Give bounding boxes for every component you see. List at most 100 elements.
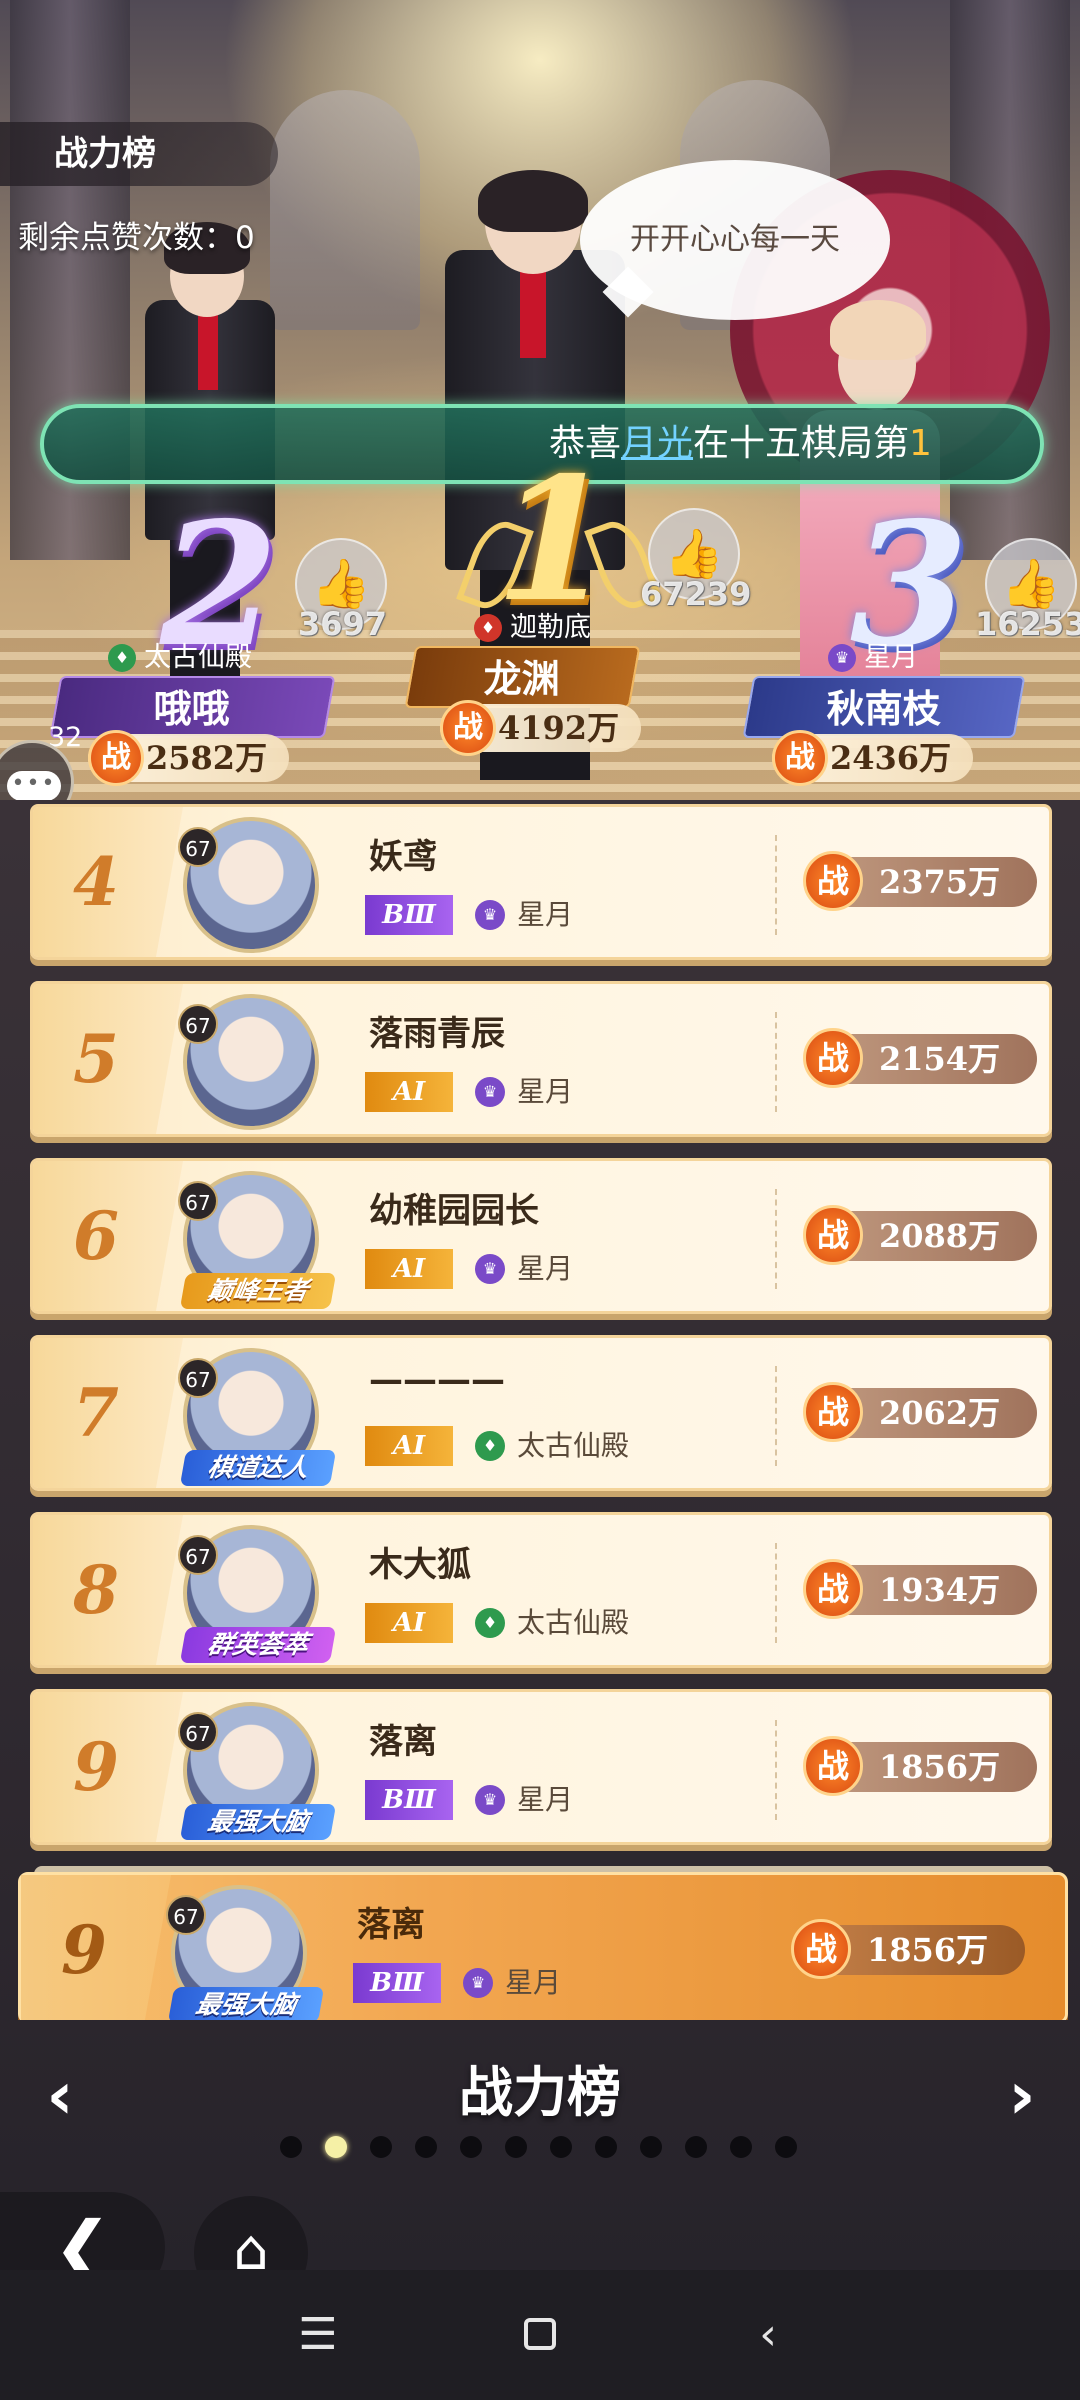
guild-crown-icon: ♛ bbox=[463, 1968, 493, 1998]
page-dot[interactable] bbox=[685, 2136, 707, 2158]
podium-nameplate-rank-3[interactable]: 秋南枝 bbox=[742, 676, 1026, 738]
tier-badge: AⅠ bbox=[365, 1426, 453, 1466]
podium-guild-rank-3: ♛ 星月 bbox=[820, 638, 930, 678]
ticker-player-link[interactable]: 月光 bbox=[621, 423, 693, 464]
guild-crown-icon: ♛ bbox=[828, 644, 856, 672]
podium-guild-rank-1: ♦ 迦勒底 bbox=[466, 608, 603, 648]
podium-name-rank-1: 龙渊 bbox=[484, 657, 561, 701]
guild-flame-icon: ♦ bbox=[475, 1608, 505, 1638]
power-badge-icon: 战 bbox=[803, 1028, 863, 1088]
thumbs-up-icon: 👍 bbox=[664, 526, 724, 582]
podium-power-rank-1: 战 4192万 bbox=[440, 700, 642, 756]
row-rank-number: 7 bbox=[33, 1338, 183, 1488]
row-rank-number: 6 bbox=[33, 1161, 183, 1311]
row-guild: ♦ 太古仙殿 bbox=[475, 1426, 629, 1466]
table-row[interactable]: 7 67 棋道达人 ———— AⅠ ♦ 太古仙殿 战 2062万 bbox=[30, 1335, 1052, 1491]
avatar-level: 67 bbox=[178, 1535, 218, 1575]
avatar-title-badge: 棋道达人 bbox=[179, 1450, 337, 1486]
board-title: 战力榜 bbox=[459, 2061, 621, 2124]
row-divider bbox=[775, 835, 777, 935]
power-badge-icon: 战 bbox=[791, 1919, 851, 1979]
podium-power-rank-2: 战 2582万 bbox=[88, 730, 290, 786]
guild-flame-icon: ♦ bbox=[108, 644, 136, 672]
row-guild-label: 太古仙殿 bbox=[517, 1429, 630, 1462]
avatar-level: 67 bbox=[178, 827, 218, 867]
likes-remaining-label: 剩余点赞次数：0 bbox=[18, 220, 255, 256]
podium-name-rank-3: 秋南枝 bbox=[826, 687, 941, 731]
row-power: 战 2062万 bbox=[803, 1382, 1037, 1442]
table-row[interactable]: 6 67 巅峰王者 幼稚园园长 AⅠ ♛ 星月 战 2088万 bbox=[30, 1158, 1052, 1314]
row-guild-label: 星月 bbox=[517, 898, 574, 931]
speech-bubble: 开开心心每一天 bbox=[580, 160, 890, 320]
my-rank-row[interactable]: 9 67 最强大脑 落离 BⅢ ♛ 星月 战 1856万 bbox=[18, 1872, 1068, 2025]
row-player-name: 落离 bbox=[357, 1905, 425, 1945]
podium-power-value: 4192万 bbox=[498, 709, 620, 747]
page-dot[interactable] bbox=[280, 2136, 302, 2158]
guild-flame-icon: ♦ bbox=[474, 614, 502, 642]
like-count-rank-2: 3697 bbox=[298, 605, 388, 643]
speech-text: 开开心心每一天 bbox=[630, 222, 840, 257]
page-dot[interactable] bbox=[640, 2136, 662, 2158]
row-rank-number: 4 bbox=[33, 807, 183, 957]
row-player-name: ———— bbox=[369, 1360, 505, 1400]
power-badge-icon: 战 bbox=[803, 1205, 863, 1265]
thumbs-up-icon: 👍 bbox=[1001, 556, 1061, 612]
next-board-button[interactable]: › bbox=[990, 2060, 1054, 2132]
tier-badge: AⅠ bbox=[365, 1072, 453, 1112]
row-power-value: 2088万 bbox=[879, 1217, 1001, 1255]
table-row[interactable]: 4 67 妖鸢 BⅢ ♛ 星月 战 2375万 bbox=[30, 804, 1052, 960]
row-divider bbox=[775, 1720, 777, 1820]
page-dot[interactable] bbox=[505, 2136, 527, 2158]
power-badge-icon: 战 bbox=[803, 1736, 863, 1796]
podium-rank-1-number: 1 bbox=[495, 440, 614, 640]
ticker-middle: 在十五棋局第 bbox=[693, 423, 910, 464]
podium-nameplate-rank-1[interactable]: 龙渊 bbox=[404, 646, 641, 708]
podium-power-value: 2436万 bbox=[830, 739, 952, 777]
row-power: 战 1856万 bbox=[803, 1736, 1037, 1796]
system-back-button[interactable]: ‹ bbox=[728, 2300, 808, 2370]
row-guild-label: 星月 bbox=[505, 1966, 562, 1999]
table-row[interactable]: 5 67 落雨青辰 AⅠ ♛ 星月 战 2154万 bbox=[30, 981, 1052, 1137]
like-count-rank-1: 67239 bbox=[640, 575, 752, 613]
avatar-title-badge: 巅峰王者 bbox=[179, 1273, 337, 1309]
power-badge-icon: 战 bbox=[803, 1382, 863, 1442]
row-guild: ♛ 星月 bbox=[463, 1963, 561, 2003]
recent-apps-button[interactable]: ☰ bbox=[278, 2300, 358, 2370]
power-badge-icon: 战 bbox=[772, 730, 828, 786]
table-row[interactable]: 9 67 最强大脑 落离 BⅢ ♛ 星月 战 1856万 bbox=[30, 1689, 1052, 1845]
table-row[interactable]: 8 67 群英荟萃 木大狐 AⅠ ♦ 太古仙殿 战 1934万 bbox=[30, 1512, 1052, 1668]
ticker-number: 1 bbox=[909, 423, 932, 464]
page-dot[interactable] bbox=[775, 2136, 797, 2158]
menu-icon: ☰ bbox=[298, 2309, 338, 2360]
page-dot[interactable] bbox=[730, 2136, 752, 2158]
avatar-level: 67 bbox=[178, 1358, 218, 1398]
row-guild-label: 星月 bbox=[517, 1252, 574, 1285]
avatar-level: 67 bbox=[166, 1895, 206, 1935]
avatar-title-badge: 最强大脑 bbox=[179, 1804, 337, 1840]
row-power-value: 1856万 bbox=[867, 1931, 989, 1969]
thumbs-up-icon: 👍 bbox=[311, 556, 371, 612]
avatar-level: 67 bbox=[178, 1712, 218, 1752]
row-power: 战 1934万 bbox=[803, 1559, 1037, 1619]
row-divider bbox=[775, 1012, 777, 1112]
podium-name-rank-2: 哦哦 bbox=[154, 687, 231, 731]
home-system-button[interactable] bbox=[524, 2318, 556, 2350]
avatar-title-badge: 最强大脑 bbox=[167, 1987, 325, 2023]
guild-crown-icon: ♛ bbox=[475, 1077, 505, 1107]
page-dot[interactable] bbox=[460, 2136, 482, 2158]
row-guild: ♛ 星月 bbox=[475, 895, 573, 935]
tier-badge: BⅢ bbox=[365, 1780, 453, 1820]
page-dot[interactable] bbox=[550, 2136, 572, 2158]
page-dot[interactable] bbox=[595, 2136, 617, 2158]
page-dot[interactable] bbox=[370, 2136, 392, 2158]
podium-nameplate-rank-2[interactable]: 哦哦 bbox=[49, 676, 336, 738]
avatar-title-badge: 群英荟萃 bbox=[179, 1627, 337, 1663]
page-dot[interactable] bbox=[415, 2136, 437, 2158]
row-rank-number: 9 bbox=[21, 1875, 171, 2025]
page-dot[interactable] bbox=[325, 2136, 347, 2158]
guild-crown-icon: ♛ bbox=[475, 900, 505, 930]
guild-crown-icon: ♛ bbox=[475, 1254, 505, 1284]
row-power: 战 2088万 bbox=[803, 1205, 1037, 1265]
chevron-left-icon: ‹ bbox=[759, 2309, 777, 2360]
row-player-name: 落离 bbox=[369, 1722, 437, 1762]
